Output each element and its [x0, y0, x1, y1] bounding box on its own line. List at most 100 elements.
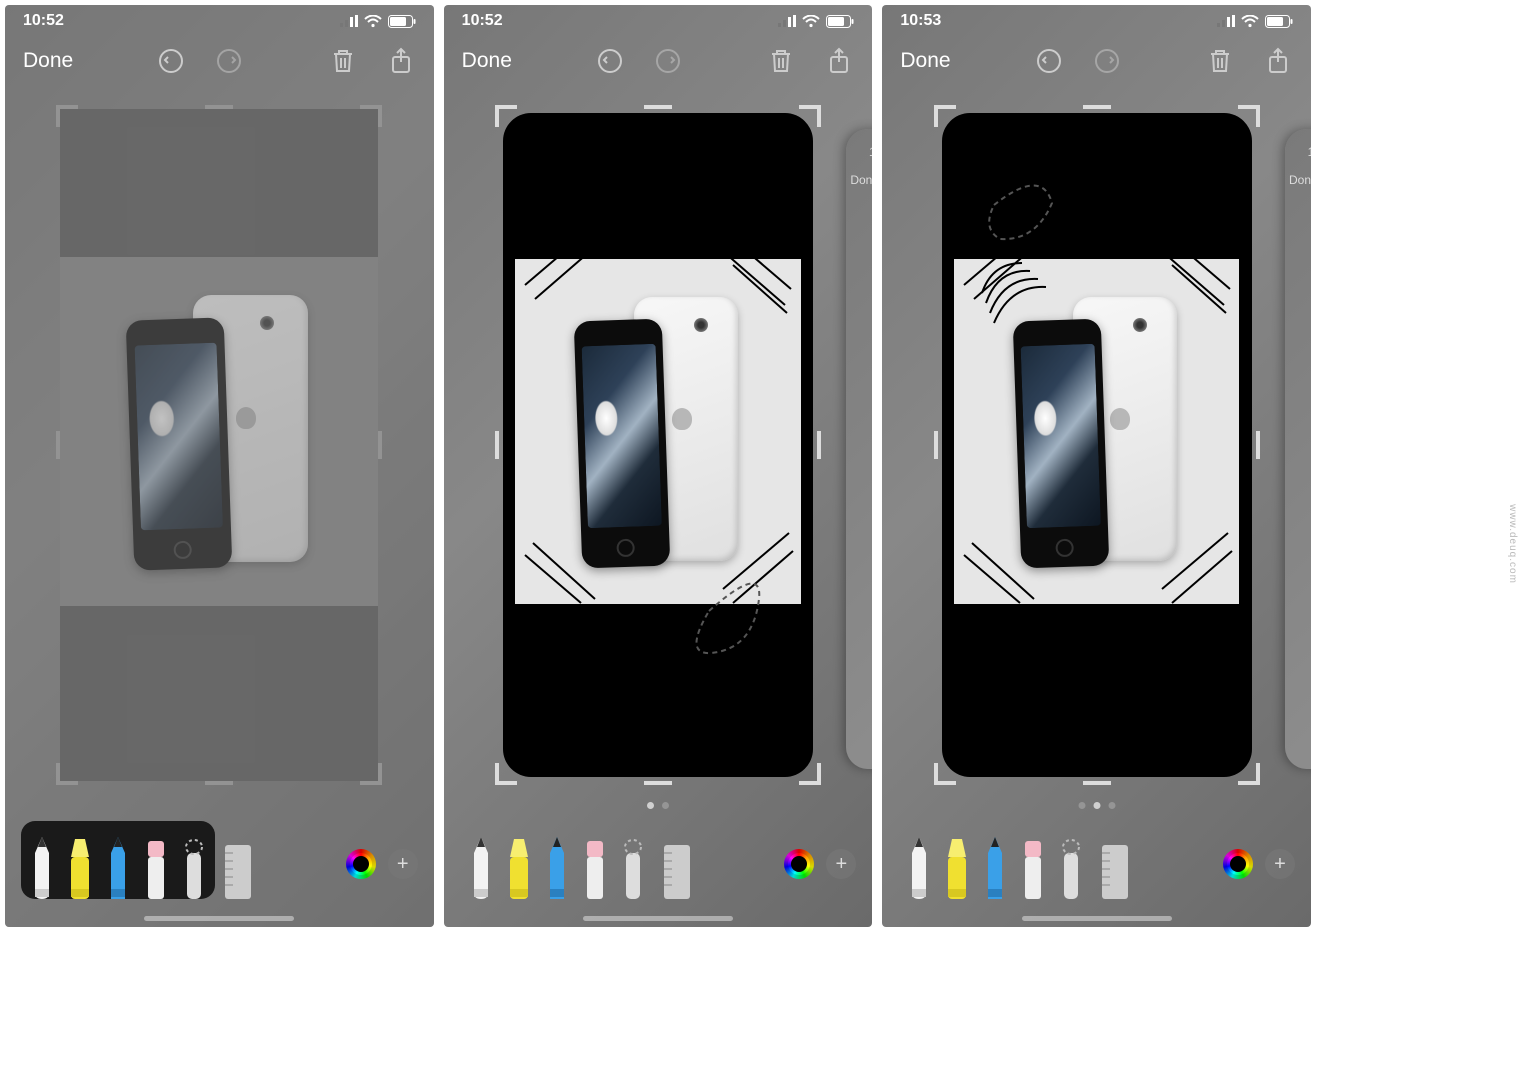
crop-handle-bottom[interactable]: [644, 781, 672, 785]
crop-handle-left[interactable]: [934, 431, 938, 459]
highlighter-tool[interactable]: [942, 837, 972, 899]
editor-toolbar: Done: [5, 33, 434, 89]
crop-handle-tl[interactable]: [56, 105, 78, 127]
highlighter-tool[interactable]: [65, 837, 95, 899]
redo-button[interactable]: [1092, 46, 1122, 76]
undo-button[interactable]: [595, 46, 625, 76]
status-bar: 10:53: [882, 5, 1311, 33]
status-time: 10:52: [23, 12, 64, 30]
screenshot-editor-panel: 10:52 Done: [5, 5, 434, 927]
add-annotation-button[interactable]: +: [826, 849, 856, 879]
battery-icon: [1265, 15, 1293, 28]
crop-handle-right[interactable]: [1256, 431, 1260, 459]
share-button[interactable]: [386, 46, 416, 76]
crop-handle-left[interactable]: [56, 431, 60, 459]
peek-done: Don: [1289, 173, 1311, 187]
home-indicator[interactable]: [1022, 916, 1172, 921]
ruler-tool[interactable]: [662, 837, 692, 899]
peek-done: Don: [850, 173, 872, 187]
pen-tool[interactable]: [27, 837, 57, 899]
crop-handle-tr[interactable]: [1238, 105, 1260, 127]
crop-handle-tl[interactable]: [934, 105, 956, 127]
crop-handle-bottom[interactable]: [1083, 781, 1111, 785]
cellular-icon: [340, 15, 358, 27]
status-bar: 10:52: [444, 5, 873, 33]
highlighter-tool[interactable]: [504, 837, 534, 899]
crop-handle-left[interactable]: [495, 431, 499, 459]
crop-handle-bl[interactable]: [56, 763, 78, 785]
done-button[interactable]: Done: [23, 49, 73, 73]
undo-button[interactable]: [1034, 46, 1064, 76]
lasso-tool[interactable]: [179, 837, 209, 899]
undo-button[interactable]: [156, 46, 186, 76]
add-annotation-button[interactable]: +: [388, 849, 418, 879]
page-dot[interactable]: [1108, 802, 1115, 809]
trash-button[interactable]: [766, 46, 796, 76]
markup-tool-tray: +: [882, 819, 1311, 919]
crop-handle-tl[interactable]: [495, 105, 517, 127]
page-dot[interactable]: [1078, 802, 1085, 809]
crop-handle-top[interactable]: [205, 105, 233, 109]
eraser-tool[interactable]: [1018, 837, 1048, 899]
done-button[interactable]: Done: [462, 49, 512, 73]
peek-time: 10: [850, 145, 872, 159]
drawing-tools-group: [21, 821, 215, 899]
trash-button[interactable]: [328, 46, 358, 76]
status-time: 10:53: [900, 12, 941, 30]
redo-button[interactable]: [214, 46, 244, 76]
crop-handle-top[interactable]: [644, 105, 672, 109]
eraser-tool[interactable]: [580, 837, 610, 899]
crop-handle-right[interactable]: [378, 431, 382, 459]
home-indicator[interactable]: [583, 916, 733, 921]
crop-frame[interactable]: [495, 105, 821, 785]
crop-handle-tr[interactable]: [799, 105, 821, 127]
crop-handle-top[interactable]: [1083, 105, 1111, 109]
page-dot[interactable]: [647, 802, 654, 809]
pen-tool[interactable]: [904, 837, 934, 899]
next-screenshot-peek[interactable]: 10 Don: [1285, 129, 1311, 769]
wifi-icon: [364, 15, 382, 28]
screenshot-canvas[interactable]: [934, 105, 1260, 785]
pen-tool[interactable]: [466, 837, 496, 899]
lasso-tool[interactable]: [1056, 837, 1086, 899]
crop-handle-bottom[interactable]: [205, 781, 233, 785]
color-picker-button[interactable]: [346, 849, 376, 879]
markup-tool-tray: +: [444, 819, 873, 919]
redo-button[interactable]: [653, 46, 683, 76]
crop-handle-bl[interactable]: [495, 763, 517, 785]
next-screenshot-peek[interactable]: 10 Don: [846, 129, 872, 769]
crop-handle-br[interactable]: [360, 763, 382, 785]
crop-frame[interactable]: [56, 105, 382, 785]
trash-button[interactable]: [1205, 46, 1235, 76]
status-time: 10:52: [462, 12, 503, 30]
ruler-tool[interactable]: [223, 837, 253, 899]
crop-handle-right[interactable]: [817, 431, 821, 459]
lasso-tool[interactable]: [618, 837, 648, 899]
share-button[interactable]: [824, 46, 854, 76]
screenshot-canvas[interactable]: [495, 105, 821, 785]
color-picker-button[interactable]: [1223, 849, 1253, 879]
pencil-tool[interactable]: [980, 837, 1010, 899]
ruler-tool[interactable]: [1100, 837, 1130, 899]
pencil-tool[interactable]: [542, 837, 572, 899]
pencil-tool[interactable]: [103, 837, 133, 899]
color-picker-button[interactable]: [784, 849, 814, 879]
crop-frame[interactable]: [934, 105, 1260, 785]
home-indicator[interactable]: [144, 916, 294, 921]
crop-handle-br[interactable]: [799, 763, 821, 785]
drawing-tools-group: [460, 821, 654, 899]
done-button[interactable]: Done: [900, 49, 950, 73]
peek-time: 10: [1289, 145, 1311, 159]
crop-handle-tr[interactable]: [360, 105, 382, 127]
watermark-text: www.deuq.com: [1507, 504, 1518, 584]
crop-handle-bl[interactable]: [934, 763, 956, 785]
crop-handle-br[interactable]: [1238, 763, 1260, 785]
drawing-tools-group: [898, 821, 1092, 899]
share-button[interactable]: [1263, 46, 1293, 76]
markup-tool-tray: +: [5, 819, 434, 919]
eraser-tool[interactable]: [141, 837, 171, 899]
screenshot-canvas[interactable]: [56, 105, 382, 785]
page-dot[interactable]: [1093, 802, 1100, 809]
page-dot[interactable]: [662, 802, 669, 809]
add-annotation-button[interactable]: +: [1265, 849, 1295, 879]
